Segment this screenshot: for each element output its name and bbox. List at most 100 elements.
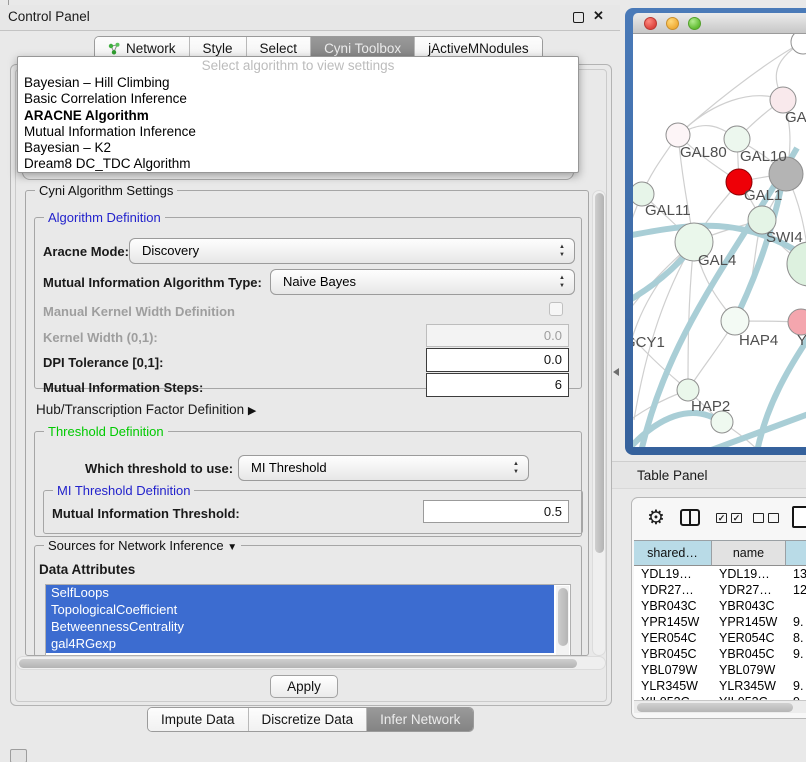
select-all-checkbox-icon[interactable]: ✓ <box>716 513 727 523</box>
table-row[interactable]: YDR27…YDR27…12 <box>634 582 806 598</box>
collapsed-panel-icon[interactable] <box>10 749 27 762</box>
network-node-hap4[interactable] <box>721 307 749 335</box>
algorithm-option-aracne-algorithm[interactable]: ARACNE Algorithm <box>18 108 578 124</box>
node-label-hap4: HAP4 <box>739 332 778 349</box>
sources-toggle[interactable]: Sources for Network Inference ▼ <box>44 538 241 555</box>
tab-impute-data[interactable]: Impute Data <box>148 708 249 731</box>
application-window: Control Panel ✕ NetworkStyleSelectCyni T… <box>0 0 806 762</box>
which-threshold-combobox[interactable]: MI Threshold ▲▼ <box>238 455 529 481</box>
hub-definition-toggle[interactable]: Hub/Transcription Factor Definition ▶ <box>36 402 256 417</box>
column-header-a[interactable]: A <box>786 540 806 566</box>
algorithm-option-bayesian-hill-climbing[interactable]: Bayesian – Hill Climbing <box>18 75 578 91</box>
network-canvas[interactable]: GALGAL80GAL10GAL1GAL11SWI4GAL4GCY1HAP4YH… <box>633 34 806 447</box>
table-row[interactable]: YBR043CYBR043C <box>634 598 806 614</box>
table-cell: YPR145W <box>641 614 699 630</box>
attribute-item-selfloops[interactable]: SelfLoops <box>46 585 554 602</box>
table-cell: YER054C <box>641 630 697 646</box>
table-cell: YBR045C <box>719 646 775 662</box>
tab-label: Infer Network <box>380 712 460 727</box>
table-toolbar: ⚙ ✓ ✓ <box>632 498 806 540</box>
node-label-gal4: GAL4 <box>698 252 736 269</box>
table-cell: YBR045C <box>641 646 697 662</box>
apply-button[interactable]: Apply <box>270 675 338 698</box>
column-header-shared[interactable]: shared… <box>634 540 712 566</box>
table-row[interactable]: YER054CYER054C8. <box>634 630 806 646</box>
table-row[interactable]: YPR145WYPR145W9. <box>634 614 806 630</box>
table-cell: 9. <box>793 646 803 662</box>
tab-label: Style <box>203 41 233 56</box>
panel-splitter-arrow[interactable] <box>613 368 619 376</box>
zoom-window-icon[interactable] <box>688 17 701 30</box>
combo-arrows-icon: ▲▼ <box>511 460 521 476</box>
node-table: shared…nameAYDL19…YDL19…13YDR27…YDR27…12… <box>634 540 806 700</box>
algorithm-definition-group: Algorithm Definition Aracne Mode: Discov… <box>34 217 582 389</box>
close-window-icon[interactable] <box>644 17 657 30</box>
table-cell: YLR345W <box>641 678 698 694</box>
dpi-tolerance-field[interactable]: 0.0 <box>426 348 569 372</box>
control-panel-header: Control Panel ✕ <box>0 5 620 31</box>
close-panel-icon[interactable]: ✕ <box>593 8 604 24</box>
select-all-checkbox-icon[interactable]: ✓ <box>731 513 742 523</box>
algorithm-option-mutual-information-inference[interactable]: Mutual Information Inference <box>18 124 578 140</box>
node-label-y: Y <box>797 332 806 349</box>
attribute-item-gal4rgexp[interactable]: gal4RGexp <box>46 636 554 653</box>
data-attributes-list[interactable]: SelfLoopsTopologicalCoefficientBetweenne… <box>45 584 571 656</box>
table-row[interactable]: YBR045C YBR045C 9. <box>634 646 806 662</box>
threshold-definition-title: Threshold Definition <box>44 424 168 439</box>
float-panel-icon[interactable] <box>573 12 584 23</box>
which-threshold-label: Which threshold to use: <box>85 461 233 476</box>
table-panel-header: Table Panel <box>612 461 806 489</box>
mi-steps-field[interactable]: 6 <box>426 373 569 397</box>
algorithm-definition-title: Algorithm Definition <box>44 210 165 225</box>
table-cell: YBL079W <box>641 662 697 678</box>
table-row[interactable]: YBL079WYBL079W <box>634 662 806 678</box>
algorithm-option-bayesian-k2[interactable]: Bayesian – K2 <box>18 140 578 156</box>
node-label-swi4: SWI4 <box>766 229 803 246</box>
algorithm-option-dream8-dc-tdc-algorithm[interactable]: Dream8 DC_TDC Algorithm <box>18 156 578 172</box>
network-window-titlebar[interactable] <box>633 13 806 34</box>
tab-label: jActiveMNodules <box>428 41 529 56</box>
table-horizontal-scrollbar <box>634 700 806 713</box>
mi-steps-value: 6 <box>555 377 562 392</box>
tab-label: Impute Data <box>161 712 235 727</box>
table-row[interactable]: YDL19…YDL19…13 <box>634 566 806 582</box>
attributes-scrollbar-thumb[interactable] <box>558 588 568 646</box>
attribute-item-betweennesscentrality[interactable]: BetweennessCentrality <box>46 619 554 636</box>
expanded-arrow-icon: ▼ <box>227 542 237 553</box>
column-layout-icon[interactable] <box>680 509 700 526</box>
combo-arrows-icon: ▲▼ <box>557 274 567 290</box>
table-horizontal-scrollbar-thumb[interactable] <box>637 703 793 712</box>
tab-discretize-data[interactable]: Discretize Data <box>249 708 368 731</box>
column-header-name[interactable]: name <box>712 540 786 566</box>
settings-vertical-scrollbar-thumb[interactable] <box>595 193 604 553</box>
tab-label: Cyni Toolbox <box>324 41 401 56</box>
mi-type-combobox[interactable]: Naive Bayes ▲▼ <box>270 269 575 295</box>
table-settings-gear-icon[interactable]: ⚙ <box>647 505 665 530</box>
tab-label: Select <box>260 41 298 56</box>
settings-horizontal-scrollbar-thumb[interactable] <box>19 659 577 668</box>
network-node[interactable] <box>791 34 806 54</box>
collapsed-arrow-icon: ▶ <box>248 405 256 417</box>
mi-type-value: Naive Bayes <box>283 274 356 289</box>
algorithm-option-basic-correlation-inference[interactable]: Basic Correlation Inference <box>18 91 578 107</box>
table-cell: YDR27… <box>719 582 772 598</box>
threshold-definition-group: Threshold Definition Which threshold to … <box>34 431 582 537</box>
minimize-window-icon[interactable] <box>666 17 679 30</box>
node-label-gal80: GAL80 <box>680 144 727 161</box>
manual-kernel-label: Manual Kernel Width Definition <box>43 304 235 319</box>
kernel-width-field[interactable]: 0.0 <box>426 324 569 347</box>
mi-threshold-field[interactable]: 0.5 <box>423 500 569 523</box>
network-view-window: GALGAL80GAL10GAL1GAL11SWI4GAL4GCY1HAP4YH… <box>625 8 806 455</box>
manual-kernel-checkbox[interactable] <box>549 302 563 316</box>
tab-infer-network[interactable]: Infer Network <box>367 708 473 731</box>
aracne-mode-value: Discovery <box>142 243 199 258</box>
attribute-item-topologicalcoefficient[interactable]: TopologicalCoefficient <box>46 602 554 619</box>
deselect-all-checkbox-icon[interactable] <box>753 513 764 523</box>
export-table-icon[interactable] <box>792 506 806 528</box>
deselect-all-checkbox-icon[interactable] <box>768 513 779 523</box>
aracne-mode-combobox[interactable]: Discovery ▲▼ <box>129 238 575 264</box>
attributes-scrollbar <box>556 586 569 656</box>
table-row[interactable]: YLR345WYLR345W9. <box>634 678 806 694</box>
cyni-bottom-tabbar: Impute Data Discretize Data Infer Network <box>147 707 474 732</box>
mi-threshold-value: 0.5 <box>544 504 562 519</box>
